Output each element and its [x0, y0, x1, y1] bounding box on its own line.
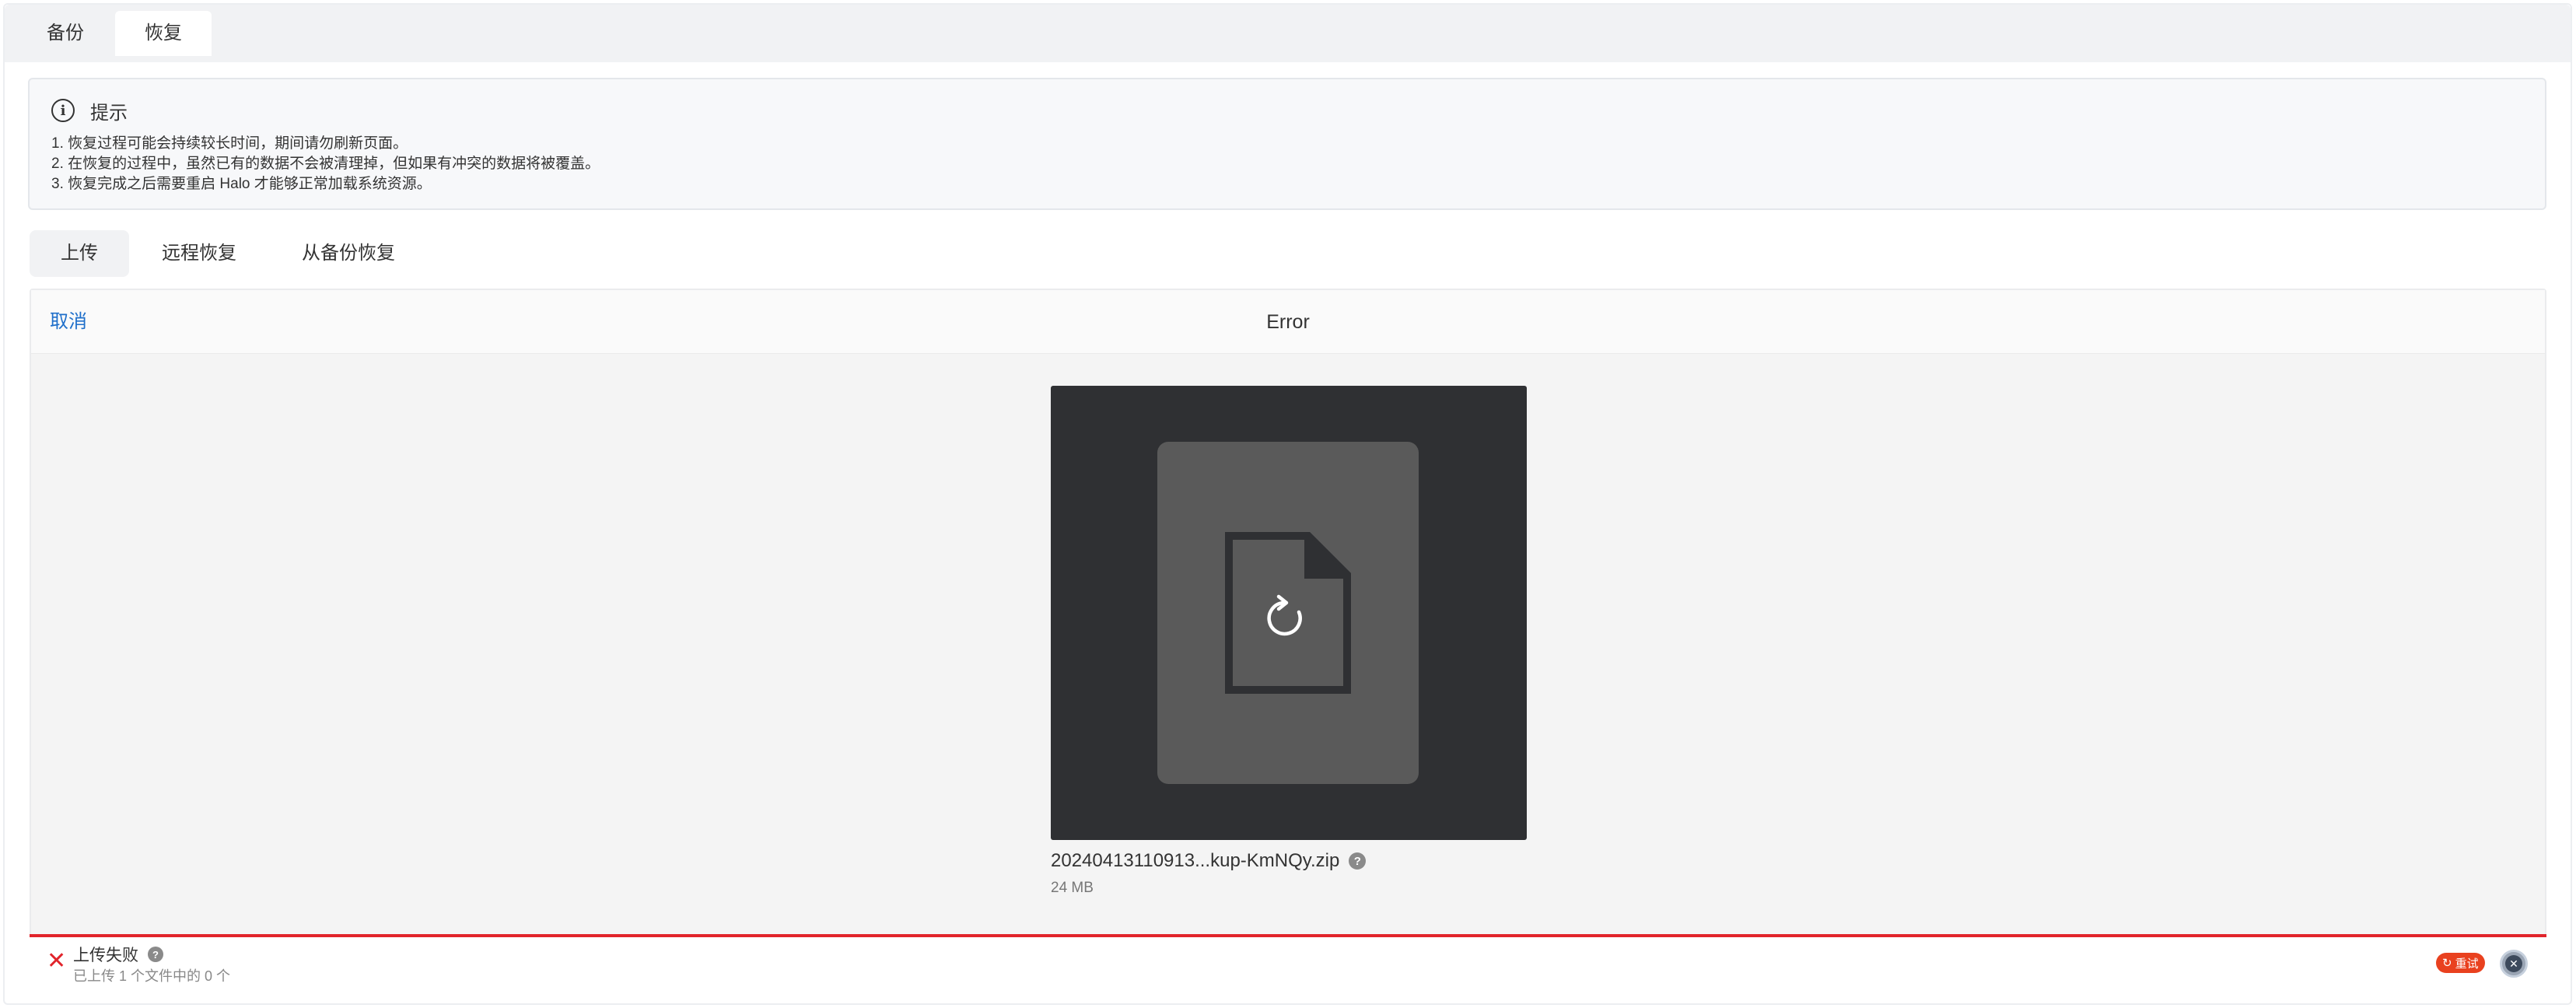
file-name: 20240413110913...kup-KmNQy.zip ? — [1051, 850, 1367, 872]
tab-upload[interactable]: 上传 — [30, 230, 129, 277]
uploader-header: Error 取消 — [31, 290, 2545, 354]
restore-method-tabs: 上传 远程恢复 从备份恢复 — [30, 230, 428, 277]
notice-lines: 1. 恢复过程可能会持续较长时间，期间请勿刷新页面。 2. 在恢复的过程中，虽然… — [51, 134, 600, 194]
upload-status-bar: ✕ 上传失败 ? 已上传 1 个文件中的 0 个 ↻ 重试 ✕ — [30, 934, 2546, 986]
retry-button[interactable]: ↻ 重试 — [2436, 953, 2485, 973]
close-x-icon: ✕ — [47, 948, 67, 974]
notice-header: i 提示 — [51, 96, 128, 124]
file-name-text: 20240413110913...kup-KmNQy.zip — [1051, 850, 1340, 871]
file-preview — [1051, 386, 1527, 840]
file-uploader: Error 取消 20240413110913...kup-KmNQy.zip … — [30, 289, 2546, 985]
close-icon: ✕ — [2505, 955, 2522, 972]
notice-line: 3. 恢复完成之后需要重启 Halo 才能够正常加载系统资源。 — [51, 176, 432, 192]
help-icon[interactable]: ? — [1349, 852, 1367, 870]
status-title-text: 上传失败 — [73, 947, 138, 964]
tab-remote-restore[interactable]: 远程恢复 — [129, 230, 269, 277]
close-circle-icon[interactable]: ✕ — [2500, 950, 2528, 978]
tab-restore[interactable]: 恢复 — [115, 11, 212, 56]
status-title: 上传失败 ? — [73, 943, 163, 966]
tab-backup[interactable]: 备份 — [17, 11, 114, 56]
tab-restore-from-backup[interactable]: 从备份恢复 — [269, 230, 428, 277]
notice-title: 提示 — [90, 102, 128, 124]
notice-line: 2. 在恢复的过程中，虽然已有的数据不会被清理掉，但如果有冲突的数据将被覆盖。 — [51, 156, 600, 172]
restore-panel: 备份 恢复 i 提示 1. 恢复过程可能会持续较长时间，期间请勿刷新页面。 2.… — [3, 3, 2572, 1005]
uploader-title: Error — [1266, 311, 1310, 333]
notice-line: 1. 恢复过程可能会持续较长时间，期间请勿刷新页面。 — [51, 135, 408, 152]
file-retry-icon — [1225, 532, 1351, 694]
cancel-button[interactable]: 取消 — [50, 290, 87, 354]
help-icon[interactable]: ? — [148, 947, 163, 962]
info-icon: i — [51, 99, 75, 122]
file-size: 24 MB — [1051, 880, 1094, 896]
retry-icon: ↻ — [2442, 957, 2452, 970]
top-tab-bar: 备份 恢复 — [5, 5, 2571, 62]
file-thumbnail — [1157, 442, 1419, 784]
status-subtitle: 已上传 1 个文件中的 0 个 — [73, 968, 231, 984]
notice-box: i 提示 1. 恢复过程可能会持续较长时间，期间请勿刷新页面。 2. 在恢复的过… — [28, 78, 2546, 210]
retry-label: 重试 — [2455, 957, 2479, 971]
